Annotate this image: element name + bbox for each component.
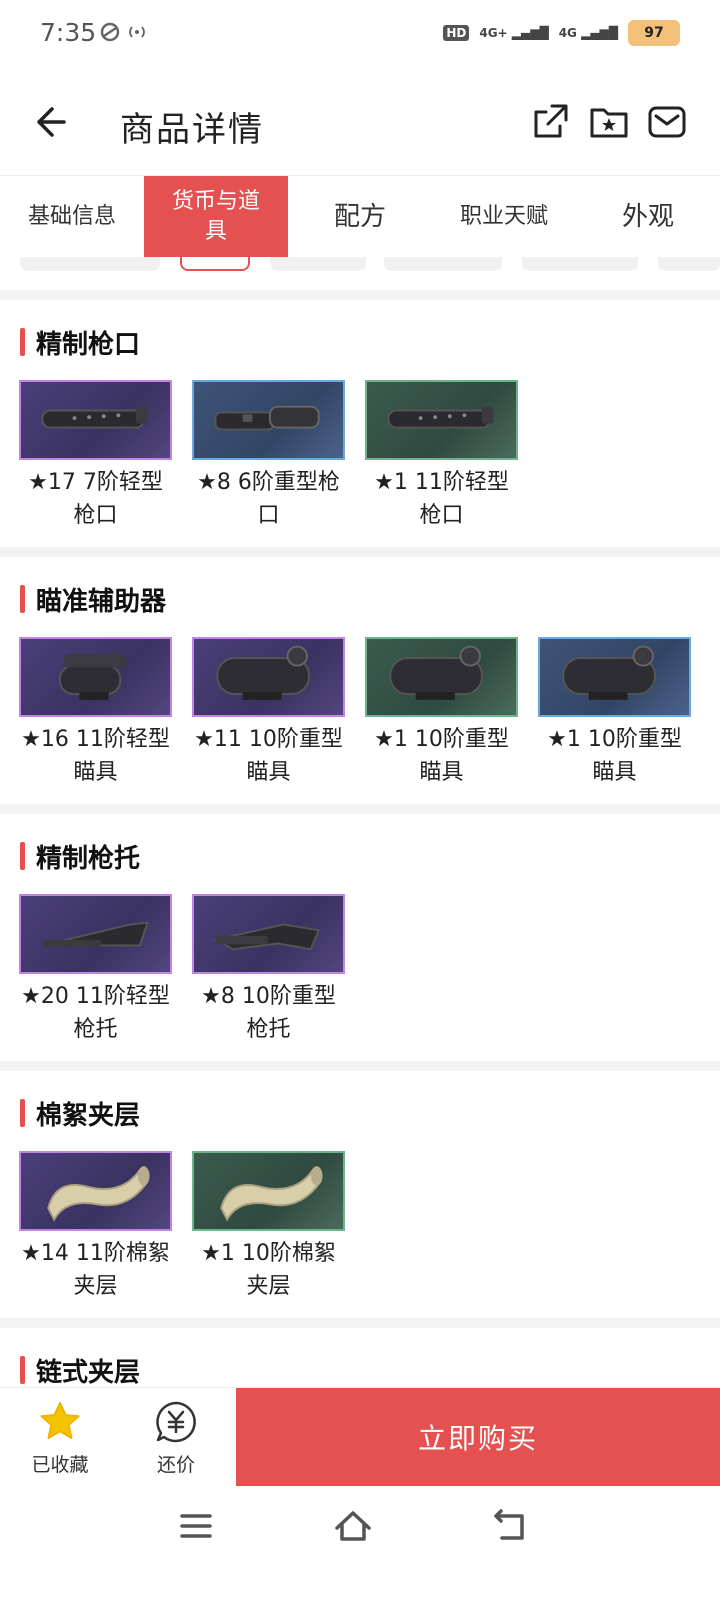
- item-card[interactable]: ★8 10阶重型枪托: [192, 894, 345, 1046]
- tab-talents[interactable]: 职业天赋: [432, 176, 576, 258]
- favorite-label: 已收藏: [31, 1454, 89, 1476]
- item-card[interactable]: ★16 11阶轻型瞄具: [19, 637, 172, 789]
- page-title: 商品详情: [120, 110, 264, 150]
- section-2: 精制枪托 ★20 11阶轻型枪托 ★8 10阶重型枪托: [0, 814, 720, 1071]
- item-card[interactable]: ★1 10阶重型瞄具: [365, 637, 518, 789]
- item-card[interactable]: ★11 10阶重型瞄具: [192, 637, 345, 789]
- message-icon[interactable]: [646, 100, 688, 142]
- item-row: ★16 11阶轻型瞄具 ★11 10阶重型瞄具 ★1 10阶重型瞄具 ★1 10阶重型…: [19, 637, 691, 789]
- sub-tab[interactable]: [384, 257, 502, 271]
- tab-recipes[interactable]: 配方: [288, 176, 432, 258]
- item-card[interactable]: ★20 11阶轻型枪托: [19, 894, 172, 1046]
- section-3: 棉絮夹层 ★14 11阶棉絮夹层 ★1 10阶棉絮夹层: [0, 1071, 720, 1328]
- stock-icon: [19, 894, 172, 974]
- hotspot-icon: [129, 26, 145, 38]
- muzzle-heavy-icon: [192, 380, 345, 460]
- item-label: ★1 10阶重型瞄具: [374, 727, 509, 785]
- status-right: HD 4G+ ▂▄▆█ 4G ▂▄▆█ 97: [443, 20, 680, 46]
- item-row: ★14 11阶棉絮夹层 ★1 10阶棉絮夹层: [19, 1151, 345, 1303]
- fabric-icon: [19, 1151, 172, 1231]
- fabric-icon: [192, 1151, 345, 1231]
- sub-tab[interactable]: [20, 257, 160, 271]
- scope-icon: [538, 637, 691, 717]
- star-icon: [40, 1402, 80, 1439]
- bottom-action-bar: 已收藏 还价 立即购买: [0, 1387, 720, 1487]
- divider: [0, 547, 720, 557]
- menu-icon[interactable]: [176, 1508, 216, 1544]
- favorite-button[interactable]: 已收藏: [10, 1400, 110, 1477]
- header: 商品详情: [0, 82, 720, 174]
- tab-currency-items[interactable]: 货币与道具: [144, 176, 288, 258]
- section-title: 瞄准辅助器: [20, 581, 166, 618]
- tab-bar: 基础信息 货币与道具 配方 职业天赋 外观: [0, 175, 720, 258]
- return-icon[interactable]: [490, 1508, 530, 1544]
- sub-tab[interactable]: [270, 257, 366, 271]
- stock-heavy-icon: [192, 894, 345, 974]
- section-1: 瞄准辅助器 ★16 11阶轻型瞄具 ★11 10阶重型瞄具 ★1 10阶重型瞄具 ★1 …: [0, 557, 720, 814]
- item-label: ★8 6阶重型枪口: [197, 470, 340, 528]
- item-card[interactable]: ★14 11阶棉絮夹层: [19, 1151, 172, 1303]
- item-label: ★1 11阶轻型枪口: [374, 470, 509, 528]
- divider: [0, 1318, 720, 1328]
- item-label: ★16 11阶轻型瞄具: [21, 727, 170, 785]
- section-title: 链式夹层: [20, 1352, 140, 1389]
- status-bar: 7:35 HD 4G+ ▂▄▆█ 4G ▂▄▆█ 97: [0, 0, 720, 70]
- sub-tab-active[interactable]: [180, 257, 250, 271]
- section-title: 精制枪托: [20, 838, 140, 875]
- scope-icon: [192, 637, 345, 717]
- divider: [0, 290, 720, 300]
- bargain-button[interactable]: 还价: [126, 1400, 226, 1477]
- divider: [0, 804, 720, 814]
- favorite-folder-icon[interactable]: [588, 100, 630, 142]
- item-label: ★17 7阶轻型枪口: [28, 470, 163, 528]
- muzzle-icon: [19, 380, 172, 460]
- section-title: 精制枪口: [20, 324, 140, 361]
- item-row: ★20 11阶轻型枪托 ★8 10阶重型枪托: [19, 894, 345, 1046]
- network-4g: 4G ▂▄▆█: [558, 26, 618, 40]
- back-arrow-icon[interactable]: [34, 100, 78, 144]
- item-label: ★1 10阶重型瞄具: [547, 727, 682, 785]
- tab-basic-info[interactable]: 基础信息: [0, 176, 144, 258]
- item-label: ★8 10阶重型枪托: [201, 984, 336, 1042]
- tab-appearance[interactable]: 外观: [576, 176, 720, 258]
- sync-icon: [100, 22, 120, 42]
- section-title: 棉絮夹层: [20, 1095, 140, 1132]
- item-row: ★17 7阶轻型枪口 ★8 6阶重型枪口 ★1 11阶轻型枪口: [19, 380, 518, 532]
- section-0: 精制枪口 ★17 7阶轻型枪口 ★8 6阶重型枪口 ★1 11阶轻型枪口: [0, 300, 720, 557]
- item-label: ★1 10阶棉絮夹层: [201, 1241, 336, 1299]
- status-left-icons: [100, 22, 148, 42]
- item-card[interactable]: ★17 7阶轻型枪口: [19, 380, 172, 532]
- buy-now-button[interactable]: 立即购买: [236, 1388, 720, 1486]
- sub-tab[interactable]: [522, 257, 638, 271]
- battery-indicator: 97: [628, 20, 680, 46]
- sub-tab[interactable]: [658, 257, 720, 271]
- network-4g-plus: 4G+ ▂▄▆█: [479, 26, 549, 40]
- item-card[interactable]: ★8 6阶重型枪口: [192, 380, 345, 532]
- yuan-chat-icon: [156, 1401, 196, 1443]
- home-icon[interactable]: [333, 1508, 373, 1544]
- scope-icon: [365, 637, 518, 717]
- item-card[interactable]: ★1 11阶轻型枪口: [365, 380, 518, 532]
- system-nav-bar: [0, 1488, 720, 1600]
- item-card[interactable]: ★1 10阶棉絮夹层: [192, 1151, 345, 1303]
- sub-tab-strip: [0, 257, 720, 273]
- item-label: ★20 11阶轻型枪托: [21, 984, 170, 1042]
- bargain-label: 还价: [156, 1454, 195, 1476]
- status-time: 7:35: [40, 18, 97, 47]
- muzzle-icon: [365, 380, 518, 460]
- item-card[interactable]: ★1 10阶重型瞄具: [538, 637, 691, 789]
- share-icon[interactable]: [530, 100, 572, 142]
- scope-light-icon: [19, 637, 172, 717]
- item-label: ★14 11阶棉絮夹层: [21, 1241, 170, 1299]
- item-label: ★11 10阶重型瞄具: [194, 727, 343, 785]
- divider: [0, 1061, 720, 1071]
- hd-badge: HD: [443, 25, 470, 41]
